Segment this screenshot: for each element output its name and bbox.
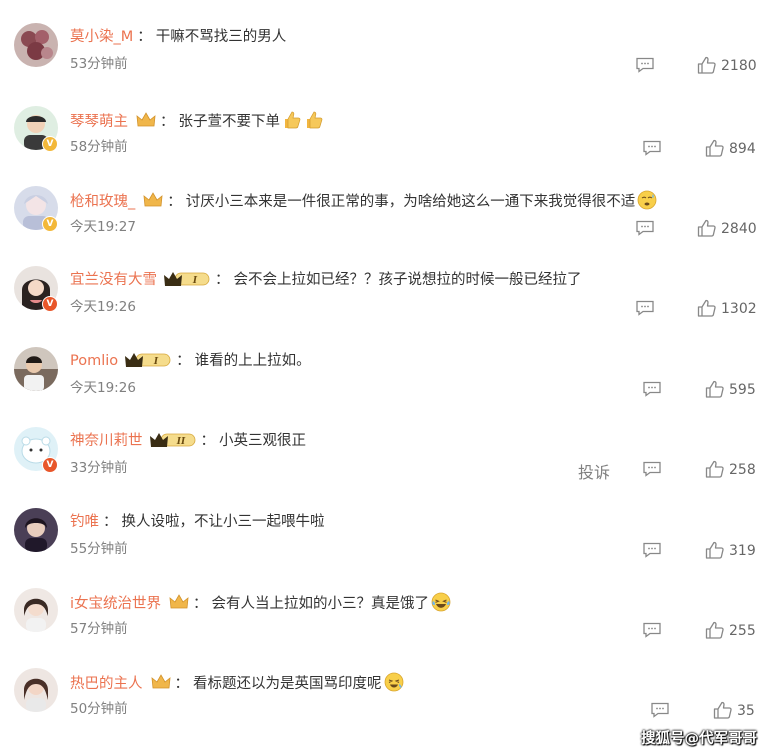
separator: ： [200,433,216,449]
like-count: 894 [729,141,756,157]
separator: ： [176,353,191,369]
like-count: 35 [737,703,755,719]
crown-icon [136,112,156,127]
laughing-tears-emoji-icon [431,592,451,612]
like-icon[interactable] [697,219,717,237]
avatar[interactable] [14,668,58,712]
username-link[interactable]: 钓唯 [70,514,99,530]
comment-item: V 枪和玫瑰_：讨厌小三本来是一件很正常的事，为啥给她这么一通下来我觉得很不适 … [0,186,782,266]
username-link[interactable]: 宜兰没有大雪 [70,272,157,288]
watermark: 搜狐号@代军哥哥 [641,731,757,747]
comment-text: 小英三观很正 [219,433,306,449]
sweat-face-emoji-icon [637,190,657,210]
reply-icon[interactable] [635,300,655,316]
member-level-badge-icon: I [164,272,210,286]
reply-icon[interactable] [650,702,670,718]
separator: ： [137,29,152,45]
badge-level-text: II [175,437,185,447]
timestamp: 今天19:26 [70,380,136,396]
like-icon[interactable] [705,621,725,639]
timestamp: 53分钟前 [70,56,128,72]
like-icon[interactable] [705,380,725,398]
timestamp: 57分钟前 [70,621,128,637]
like-icon[interactable] [713,701,733,719]
comment-text: 干嘛不骂找三的男人 [155,29,287,45]
avatar[interactable] [14,347,58,391]
username-link[interactable]: 热巴的主人 [70,676,143,692]
comment-text: 会不会上拉如已经？？孩子说想拉的时候一般已经拉了 [233,272,582,288]
like-count: 2840 [721,221,757,237]
reply-icon[interactable] [642,140,662,156]
member-level-badge-icon: II [149,433,195,447]
like-icon[interactable] [705,460,725,478]
badge-level-text: I [192,276,198,286]
verified-badge: V [42,216,58,232]
laughing-emoji-icon [384,672,403,692]
separator: ： [215,272,230,288]
username-link[interactable]: 枪和玫瑰_ [70,194,135,210]
timestamp: 58分钟前 [70,139,128,155]
comment-item: 钓唯：换人设啦，不让小三一起喂牛啦 55分钟前 319 [0,508,782,588]
username-link[interactable]: 神奈川莉世 [70,433,143,449]
avatar[interactable] [14,588,58,632]
like-count: 2180 [721,58,757,74]
comment-item: Pomlio I ：谁看的上上拉如。 今天19:26 595 [0,347,782,427]
separator: ： [174,676,190,692]
like-count: 319 [729,543,756,559]
separator: ： [160,114,175,130]
timestamp: 今天19:26 [70,299,136,315]
report-link[interactable]: 投诉 [578,459,610,483]
thumbs-up-emoji-icon [285,111,301,129]
crown-icon [143,192,163,207]
like-count: 258 [729,462,756,478]
thumbs-up-emoji-icon [307,111,323,129]
separator: ： [167,194,182,210]
avatar[interactable] [14,508,58,552]
like-count: 1302 [721,301,757,317]
reply-icon[interactable] [635,57,655,73]
username-link[interactable]: i女宝统治世界 [70,596,161,612]
username-link[interactable]: 琴琴萌主 [70,114,128,130]
timestamp: 50分钟前 [70,701,128,717]
username-link[interactable]: Pomlio [70,353,118,369]
reply-icon[interactable] [642,542,662,558]
timestamp: 今天19:27 [70,219,136,235]
comment-item: V 琴琴萌主 ：张子萱不要下单 58分钟前 894 [0,106,782,186]
separator: ： [103,514,118,530]
comment-text: 讨厌小三本来是一件很正常的事，为啥给她这么一通下来我觉得很不适 [185,194,636,210]
badge-level-text: I [153,357,159,367]
reply-icon[interactable] [635,220,655,236]
comment-text: 会有人当上拉如的小三？真是饿了 [211,596,430,612]
comment-text: 张子萱不要下单 [178,114,281,130]
reply-icon[interactable] [642,461,662,477]
comment-text: 看标题还以为是英国骂印度呢 [193,676,382,692]
timestamp: 33分钟前 [70,460,128,476]
comment-item: 莫小染_M：干嘛不骂找三的男人 53分钟前 2180 [0,23,782,103]
like-icon[interactable] [705,541,725,559]
separator: ： [193,596,208,612]
comment-text: 谁看的上上拉如。 [194,353,311,369]
member-level-badge-icon: I [125,353,171,367]
reply-icon[interactable] [642,381,662,397]
comment-item: i女宝统治世界 ：会有人当上拉如的小三？真是饿了 57分钟前 255 [0,588,782,668]
like-icon[interactable] [705,139,725,157]
username-link[interactable]: 莫小染_M [70,29,133,45]
verified-badge: V [42,136,58,152]
reply-icon[interactable] [642,622,662,638]
comment-text: 换人设啦，不让小三一起喂牛啦 [121,514,325,530]
crown-icon [151,674,170,689]
comment-item: V 神奈川莉世 II ：小英三观很正 33分钟前 投诉 258 [0,427,782,507]
verified-badge: V [42,296,58,312]
timestamp: 55分钟前 [70,541,128,557]
comment-item: V 宜兰没有大雪 I ：会不会上拉如已经？？孩子说想拉的时候一般已经拉了 今天19:… [0,266,782,346]
avatar[interactable] [14,23,58,67]
like-icon[interactable] [697,56,717,74]
like-icon[interactable] [697,299,717,317]
like-count: 255 [729,623,756,639]
like-count: 595 [729,382,756,398]
verified-badge: V [42,457,58,473]
crown-icon [169,594,189,609]
